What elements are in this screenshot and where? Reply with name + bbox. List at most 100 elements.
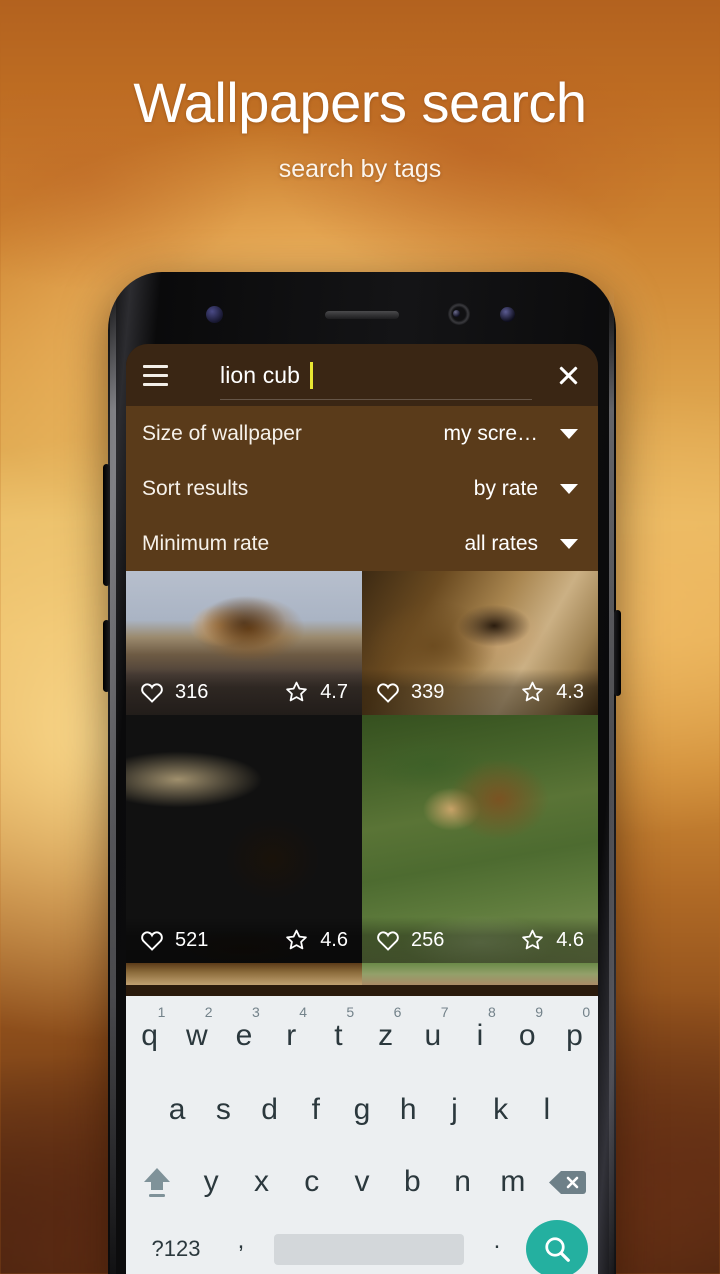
filter-row-min-rate[interactable]: Minimum rate all rates	[142, 516, 582, 571]
filter-label: Size of wallpaper	[142, 421, 302, 445]
rating-value: 4.6	[320, 928, 348, 951]
wallpaper-thumbnail	[362, 963, 598, 985]
key-label: y	[203, 1165, 219, 1198]
key-label: a	[168, 1093, 186, 1126]
key-label: r	[286, 1019, 297, 1052]
search-submit-button[interactable]	[526, 1220, 588, 1274]
wallpaper-card-partial[interactable]	[362, 963, 598, 985]
phone-mockup: lion cub Size of wallpaper my scre… Sort…	[103, 272, 621, 1274]
proximity-sensor-icon	[206, 306, 223, 323]
wallpaper-card-partial[interactable]	[126, 963, 362, 985]
phone-right-edge	[609, 288, 614, 1274]
filter-row-sort[interactable]: Sort results by rate	[142, 461, 582, 516]
key-i[interactable]: 8i	[456, 998, 503, 1074]
period-key[interactable]: .	[474, 1227, 520, 1271]
key-label: d	[261, 1093, 278, 1126]
key-label: k	[493, 1093, 509, 1126]
keyboard-row-4: ?123 , .	[126, 1218, 598, 1274]
key-label: t	[334, 1019, 343, 1052]
filter-row-size[interactable]: Size of wallpaper my scre…	[142, 406, 582, 461]
key-s[interactable]: s	[200, 1074, 246, 1146]
chevron-down-icon[interactable]	[560, 483, 578, 494]
key-t[interactable]: 5t	[315, 998, 362, 1074]
key-o[interactable]: 9o	[504, 998, 551, 1074]
likes-count: 316	[175, 680, 209, 703]
rating-value: 4.3	[556, 680, 584, 703]
key-x[interactable]: x	[236, 1146, 286, 1218]
keyboard-row-3: y x c v b n m	[126, 1146, 598, 1218]
symbols-key[interactable]: ?123	[134, 1236, 218, 1262]
key-label: q	[141, 1019, 158, 1052]
wallpaper-card[interactable]: 256 4.6	[362, 715, 598, 963]
front-camera-icon	[500, 307, 515, 322]
assistant-button[interactable]	[103, 620, 110, 692]
space-key[interactable]	[274, 1233, 464, 1265]
earpiece-speaker	[325, 311, 399, 319]
likes-count: 339	[411, 680, 445, 703]
wallpaper-card[interactable]: 339 4.3	[362, 571, 598, 715]
key-u[interactable]: 7u	[409, 998, 456, 1074]
power-button[interactable]	[614, 610, 621, 696]
search-input-underline	[220, 399, 532, 400]
key-number: 3	[251, 1004, 260, 1020]
key-p[interactable]: 0p	[551, 998, 598, 1074]
key-b[interactable]: b	[387, 1146, 437, 1218]
rating-value: 4.7	[320, 680, 348, 703]
key-d[interactable]: d	[246, 1074, 292, 1146]
key-v[interactable]: v	[337, 1146, 387, 1218]
key-label: .	[493, 1227, 501, 1254]
key-g[interactable]: g	[339, 1074, 385, 1146]
key-number: 6	[393, 1004, 402, 1020]
volume-button[interactable]	[103, 464, 110, 586]
wallpaper-meta: 339 4.3	[362, 669, 598, 715]
star-icon	[286, 929, 307, 950]
key-k[interactable]: k	[478, 1074, 524, 1146]
wallpaper-meta: 521 4.6	[126, 917, 362, 963]
key-z[interactable]: 6z	[362, 998, 409, 1074]
key-label: ,	[237, 1227, 245, 1254]
key-w[interactable]: 2w	[173, 998, 220, 1074]
wallpaper-card[interactable]: 316 4.7	[126, 571, 362, 715]
shift-icon[interactable]	[128, 1146, 186, 1218]
filter-label: Minimum rate	[142, 531, 270, 555]
key-l[interactable]: l	[524, 1074, 570, 1146]
wallpaper-thumbnail	[126, 963, 362, 985]
phone-screen: lion cub Size of wallpaper my scre… Sort…	[126, 344, 598, 1274]
search-input[interactable]: lion cub	[182, 344, 538, 406]
hamburger-menu-icon[interactable]	[126, 344, 182, 406]
key-number: 8	[488, 1004, 496, 1020]
filter-label: Sort results	[142, 476, 249, 500]
key-label: i	[476, 1019, 484, 1052]
backspace-icon[interactable]	[538, 1146, 596, 1218]
key-f[interactable]: f	[293, 1074, 339, 1146]
key-c[interactable]: c	[287, 1146, 337, 1218]
wallpaper-card[interactable]: 521 4.6	[126, 715, 362, 963]
comma-key[interactable]: ,	[218, 1227, 264, 1271]
wallpaper-meta: 256 4.6	[362, 917, 598, 963]
key-a[interactable]: a	[154, 1074, 200, 1146]
key-label: g	[353, 1093, 371, 1126]
heart-icon	[141, 683, 163, 703]
key-label: m	[500, 1165, 526, 1198]
chevron-down-icon[interactable]	[560, 538, 578, 549]
key-e[interactable]: 3e	[220, 998, 267, 1074]
heart-icon	[141, 931, 163, 951]
key-label: s	[215, 1093, 231, 1126]
key-label: j	[451, 1093, 458, 1126]
key-number: 0	[582, 1004, 591, 1020]
key-h[interactable]: h	[385, 1074, 431, 1146]
key-label: ?123	[151, 1236, 201, 1261]
close-icon[interactable]	[538, 344, 598, 406]
star-icon	[286, 681, 307, 702]
on-screen-keyboard: 1q 2w 3e 4r 5t 6z 7u 8i 9o 0p a s d f g	[126, 996, 598, 1274]
key-j[interactable]: j	[431, 1074, 477, 1146]
key-y[interactable]: y	[186, 1146, 236, 1218]
key-label: c	[304, 1165, 320, 1198]
key-n[interactable]: n	[437, 1146, 487, 1218]
key-number: 7	[440, 1004, 449, 1020]
chevron-down-icon[interactable]	[560, 428, 578, 439]
key-m[interactable]: m	[488, 1146, 538, 1218]
screenshot-stage: Wallpapers search search by tags lion cu…	[0, 0, 720, 1274]
key-r[interactable]: 4r	[268, 998, 315, 1074]
key-q[interactable]: 1q	[126, 998, 173, 1074]
